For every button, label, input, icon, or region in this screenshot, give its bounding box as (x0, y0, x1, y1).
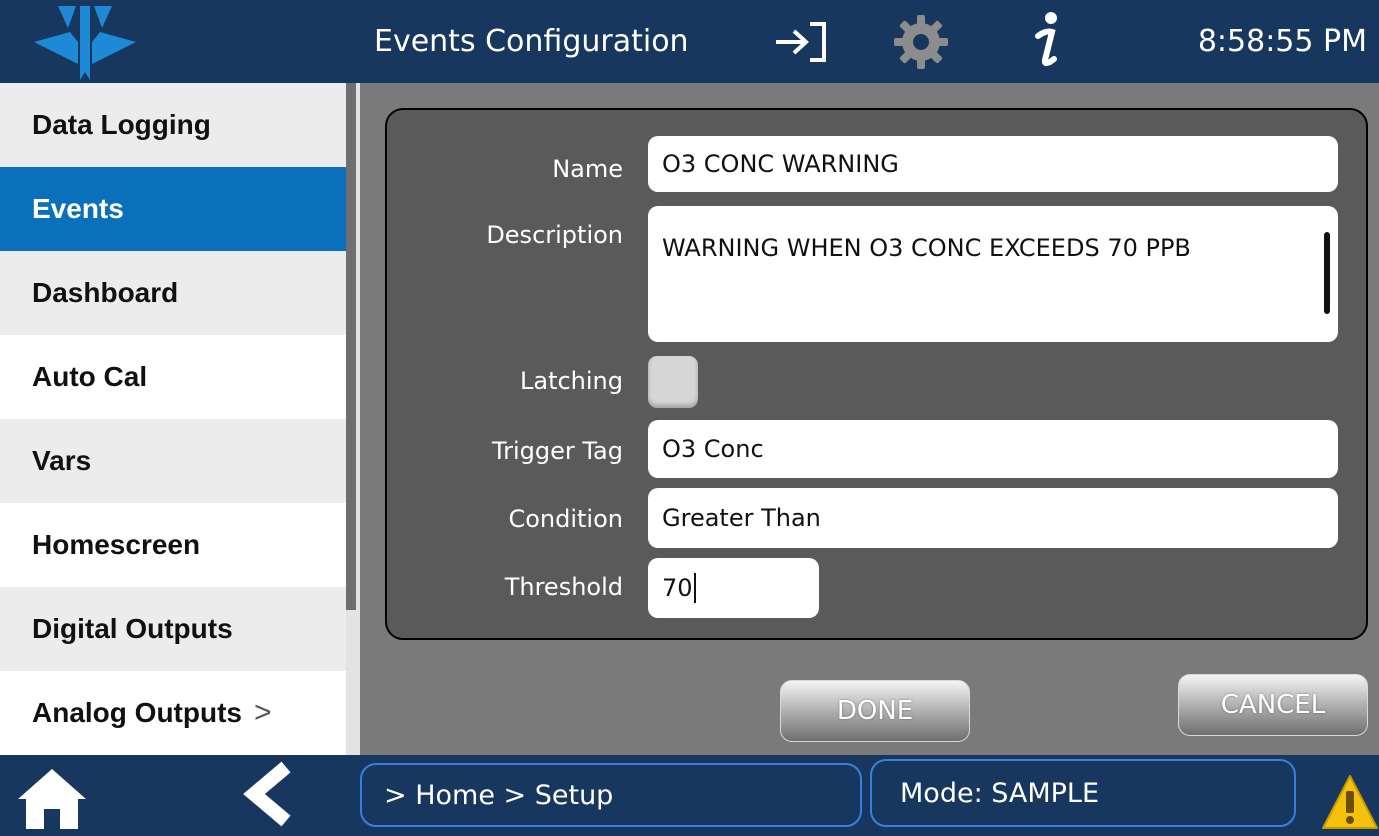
info-icon[interactable] (1026, 10, 1068, 72)
done-button[interactable]: DONE (780, 680, 970, 742)
text-cursor (693, 573, 696, 603)
breadcrumb-text: > Home > Setup (384, 779, 614, 811)
trigger-tag-field[interactable]: O3 Conc (648, 420, 1338, 478)
description-label: Description (486, 221, 623, 249)
trigger-tag-field-value: O3 Conc (662, 435, 764, 463)
description-field-value: WARNING WHEN O3 CONC EXCEEDS 70 PPB (662, 234, 1191, 262)
sidebar-item-label: Vars (32, 445, 92, 476)
sidebar-item-data-logging[interactable]: Data Logging (0, 83, 346, 167)
sidebar-item-label: Dashboard (32, 277, 179, 308)
name-field[interactable]: O3 CONC WARNING (648, 136, 1338, 192)
events-configuration-screen: Events Configuration 8:58:55 PM Data Log… (0, 0, 1379, 836)
sidebar-item-events[interactable]: Events (0, 167, 346, 251)
header-bar: Events Configuration 8:58:55 PM (0, 0, 1379, 83)
sidebar-item-label: Analog Outputs (32, 697, 242, 728)
footer-bar: > Home > Setup Mode: SAMPLE (0, 755, 1379, 836)
name-label: Name (552, 155, 623, 183)
latching-label: Latching (519, 367, 623, 395)
sidebar-item-label: Digital Outputs (32, 613, 233, 644)
sidebar-item-label: Data Logging (32, 109, 211, 140)
trigger-tag-label: Trigger Tag (491, 437, 623, 465)
name-field-value: O3 CONC WARNING (662, 150, 899, 178)
description-scrollbar[interactable] (1324, 232, 1330, 314)
mode-indicator[interactable]: Mode: SAMPLE (870, 759, 1296, 827)
home-icon[interactable] (16, 765, 88, 831)
mode-text: Mode: SAMPLE (900, 777, 1100, 809)
cancel-button[interactable]: CANCEL (1178, 674, 1368, 736)
sidebar-item-label: Homescreen (32, 529, 201, 560)
threshold-field[interactable]: 70 (648, 558, 819, 618)
chevron-left-icon[interactable] (242, 761, 294, 827)
condition-field-value: Greater Than (662, 504, 821, 532)
sidebar-item-dashboard[interactable]: Dashboard (0, 251, 346, 335)
event-form-panel: Name O3 CONC WARNING Description WARNING… (385, 108, 1368, 640)
latching-checkbox[interactable] (648, 356, 698, 408)
chevron-right-icon: > (253, 696, 272, 729)
condition-label: Condition (508, 505, 623, 533)
description-field[interactable]: WARNING WHEN O3 CONC EXCEEDS 70 PPB (648, 206, 1338, 342)
clock: 8:58:55 PM (1197, 24, 1367, 59)
sidebar-item-digital-outputs[interactable]: Digital Outputs (0, 587, 346, 671)
sidebar-scrollbar-thumb[interactable] (346, 83, 356, 610)
threshold-field-value: 70 (662, 574, 693, 602)
sidebar-item-vars[interactable]: Vars (0, 419, 346, 503)
condition-field[interactable]: Greater Than (648, 488, 1338, 548)
warning-icon[interactable] (1320, 773, 1379, 831)
sidebar-item-label: Events (32, 193, 124, 224)
sign-in-icon[interactable] (774, 21, 828, 63)
threshold-label: Threshold (504, 573, 623, 601)
sidebar-item-analog-outputs[interactable]: Analog Outputs > (0, 671, 346, 755)
page-title: Events Configuration (374, 24, 689, 59)
gear-icon[interactable] (892, 13, 950, 71)
sidebar-item-label: Auto Cal (32, 361, 148, 392)
teledyne-logo (14, 6, 156, 80)
sidebar-item-homescreen[interactable]: Homescreen (0, 503, 346, 587)
sidebar: Data Logging Events Dashboard Auto Cal V… (0, 83, 346, 755)
sidebar-item-auto-cal[interactable]: Auto Cal (0, 335, 346, 419)
breadcrumb[interactable]: > Home > Setup (360, 763, 862, 827)
